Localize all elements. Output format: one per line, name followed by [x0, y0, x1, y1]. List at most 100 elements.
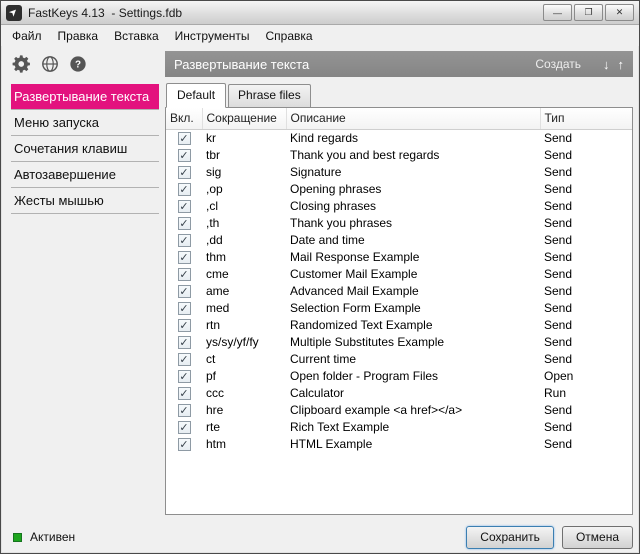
column-header-description[interactable]: Описание [286, 108, 540, 129]
row-enabled-checkbox[interactable]: ✓ [178, 302, 191, 315]
table-row[interactable]: ✓ctCurrent timeSend [166, 350, 632, 367]
tab-phrase-files[interactable]: Phrase files [228, 84, 311, 108]
row-enabled-checkbox[interactable]: ✓ [178, 285, 191, 298]
row-enabled-checkbox[interactable]: ✓ [178, 421, 191, 434]
move-up-icon[interactable]: ↑ [618, 57, 625, 72]
cell-enabled: ✓ [166, 384, 202, 401]
table-row[interactable]: ✓krKind regardsSend [166, 129, 632, 146]
row-enabled-checkbox[interactable]: ✓ [178, 404, 191, 417]
sidebar-item-3[interactable]: Автозавершение [11, 162, 159, 188]
sidebar-item-0[interactable]: Развертывание текста [11, 84, 159, 110]
row-enabled-checkbox[interactable]: ✓ [178, 353, 191, 366]
row-enabled-checkbox[interactable]: ✓ [178, 200, 191, 213]
table-row[interactable]: ✓rteRich Text ExampleSend [166, 418, 632, 435]
table-row[interactable]: ✓pfOpen folder - Program FilesOpen [166, 367, 632, 384]
tab-strip: DefaultPhrase files [165, 84, 633, 108]
create-button[interactable]: Создать [535, 57, 581, 71]
sidebar-item-2[interactable]: Сочетания клавиш [11, 136, 159, 162]
table-row[interactable]: ✓medSelection Form ExampleSend [166, 299, 632, 316]
sidebar-item-4[interactable]: Жесты мышью [11, 188, 159, 214]
menu-item-3[interactable]: Инструменты [167, 27, 258, 45]
cell-description: Signature [286, 163, 540, 180]
menu-item-1[interactable]: Правка [50, 27, 107, 45]
content-area: DefaultPhrase files Вкл. Сокращение Опис… [165, 84, 633, 515]
table-row[interactable]: ✓tbrThank you and best regardsSend [166, 146, 632, 163]
table-row[interactable]: ✓ hreClipboard example <a href></a>Send [166, 401, 632, 418]
cell-description: Open folder - Program Files [286, 367, 540, 384]
section-title: Развертывание текста [174, 57, 535, 72]
column-header-abbreviation[interactable]: Сокращение [202, 108, 286, 129]
table-row[interactable]: ✓,clClosing phrasesSend [166, 197, 632, 214]
expansion-table-body: ✓krKind regardsSend✓tbrThank you and bes… [166, 129, 632, 452]
table-row[interactable]: ✓,thThank you phrasesSend [166, 214, 632, 231]
row-enabled-checkbox[interactable]: ✓ [178, 166, 191, 179]
table-row[interactable]: ✓cccCalculatorRun [166, 384, 632, 401]
cell-abbreviation: ,dd [202, 231, 286, 248]
menu-item-2[interactable]: Вставка [106, 27, 167, 45]
cell-abbreviation: cme [202, 265, 286, 282]
cell-abbreviation: hre [202, 401, 286, 418]
cell-type: Send [540, 418, 632, 435]
row-enabled-checkbox[interactable]: ✓ [178, 268, 191, 281]
table-row[interactable]: ✓ys/sy/yf/fyMultiple Substitutes Example… [166, 333, 632, 350]
cell-enabled: ✓ [166, 231, 202, 248]
cell-description: Clipboard example <a href></a> [286, 401, 540, 418]
cell-type: Send [540, 282, 632, 299]
row-enabled-checkbox[interactable]: ✓ [178, 438, 191, 451]
table-row[interactable]: ✓ameAdvanced Mail ExampleSend [166, 282, 632, 299]
row-enabled-checkbox[interactable]: ✓ [178, 132, 191, 145]
cell-abbreviation: ame [202, 282, 286, 299]
save-button[interactable]: Сохранить [466, 526, 554, 549]
row-enabled-checkbox[interactable]: ✓ [178, 251, 191, 264]
cancel-button[interactable]: Отмена [562, 526, 633, 549]
table-row[interactable]: ✓htmHTML ExampleSend [166, 435, 632, 452]
table-row[interactable]: ✓thmMail Response ExampleSend [166, 248, 632, 265]
cell-description: Multiple Substitutes Example [286, 333, 540, 350]
row-enabled-checkbox[interactable]: ✓ [178, 234, 191, 247]
help-icon[interactable]: ? [67, 53, 89, 75]
row-enabled-checkbox[interactable]: ✓ [178, 183, 191, 196]
cell-type: Send [540, 401, 632, 418]
menu-item-4[interactable]: Справка [258, 27, 321, 45]
row-enabled-checkbox[interactable]: ✓ [178, 149, 191, 162]
cell-type: Send [540, 299, 632, 316]
svg-text:?: ? [75, 60, 81, 71]
cell-description: Closing phrases [286, 197, 540, 214]
table-row[interactable]: ✓rtnRandomized Text ExampleSend [166, 316, 632, 333]
cell-type: Open [540, 367, 632, 384]
table-row[interactable]: ✓sigSignatureSend [166, 163, 632, 180]
cell-abbreviation: ,th [202, 214, 286, 231]
title-bar[interactable]: ➤ FastKeys 4.13 - Settings.fdb — ❐ ✕ [1, 1, 639, 25]
expansion-table: Вкл. Сокращение Описание Тип ✓krKind reg… [166, 108, 632, 452]
row-enabled-checkbox[interactable]: ✓ [178, 387, 191, 400]
table-row[interactable]: ✓ cmeCustomer Mail ExampleSend [166, 265, 632, 282]
move-down-icon[interactable]: ↓ [603, 57, 610, 72]
row-enabled-checkbox[interactable]: ✓ [178, 319, 191, 332]
tab-default[interactable]: Default [166, 83, 226, 108]
main-area: Развертывание текстаМеню запускаСочетани… [1, 82, 639, 521]
cell-enabled: ✓ [166, 435, 202, 452]
column-header-enabled[interactable]: Вкл. [166, 108, 202, 129]
minimize-button[interactable]: — [543, 4, 572, 21]
cell-enabled: ✓ [166, 418, 202, 435]
table-row[interactable]: ✓,ddDate and timeSend [166, 231, 632, 248]
cell-type: Send [540, 231, 632, 248]
cell-enabled: ✓ [166, 214, 202, 231]
settings-gear-icon[interactable] [11, 53, 33, 75]
row-enabled-checkbox[interactable]: ✓ [178, 217, 191, 230]
table-row[interactable]: ✓,opOpening phrasesSend [166, 180, 632, 197]
maximize-button[interactable]: ❐ [574, 4, 603, 21]
cell-type: Send [540, 265, 632, 282]
toolbar: ? [11, 53, 159, 75]
row-enabled-checkbox[interactable]: ✓ [178, 370, 191, 383]
language-globe-icon[interactable] [39, 53, 61, 75]
close-button[interactable]: ✕ [605, 4, 634, 21]
cell-description: Mail Response Example [286, 248, 540, 265]
column-header-type[interactable]: Тип [540, 108, 632, 129]
cell-type: Send [540, 316, 632, 333]
row-enabled-checkbox[interactable]: ✓ [178, 336, 191, 349]
cell-description: Customer Mail Example [286, 265, 540, 282]
sidebar-item-1[interactable]: Меню запуска [11, 110, 159, 136]
menu-item-0[interactable]: Файл [4, 27, 50, 45]
cell-description: HTML Example [286, 435, 540, 452]
